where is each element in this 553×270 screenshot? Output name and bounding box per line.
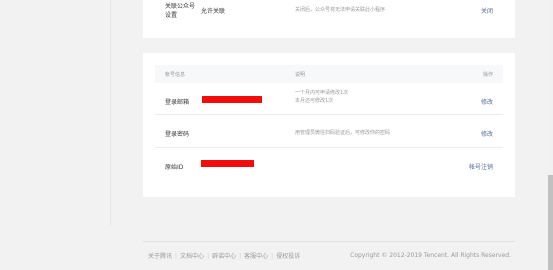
footer-separator: | <box>175 253 178 260</box>
modify-password-button[interactable]: 修改 <box>481 129 493 138</box>
sidebar-divider <box>110 0 111 226</box>
footer-separator: | <box>239 253 242 260</box>
related-account-value: 允许关联 <box>201 8 226 15</box>
footer-links: 关于腾讯 | 文档中心 | 辟谣中心 | 客服中心 | 侵权投诉 <box>148 251 300 260</box>
copyright-text: Copyright © 2012-2019 Tencent. All Right… <box>350 252 511 259</box>
page: 关联公众号设置 允许关联 关闭后，公众号将无法申请关联此小程序 关闭 帐号信息 … <box>0 0 553 270</box>
row-divider <box>155 147 503 148</box>
redacted-original-id <box>201 160 254 167</box>
row-divider <box>155 114 503 115</box>
header-info: 帐号信息 <box>165 72 186 78</box>
cancel-account-button[interactable]: 帐号注销 <box>469 162 493 171</box>
footer-divider <box>143 241 515 242</box>
footer-separator: | <box>271 253 274 260</box>
account-table-header: 帐号信息 说明 操作 <box>155 65 503 83</box>
login-email-desc-line2: 本月还可修改1次 <box>295 98 334 104</box>
login-password-desc: 用管理员微信扫码验证后，可修改你的密码 <box>295 130 391 136</box>
footer-link-service[interactable]: 客服中心 <box>244 251 268 260</box>
modify-email-button[interactable]: 修改 <box>481 97 493 106</box>
related-account-card: 关联公众号设置 允许关联 关闭后，公众号将无法申请关联此小程序 关闭 <box>143 0 515 38</box>
header-operation: 操作 <box>482 72 493 78</box>
footer-link-about[interactable]: 关于腾讯 <box>148 251 172 260</box>
scrollbar-thumb[interactable] <box>548 175 553 270</box>
footer-link-infringement[interactable]: 侵权投诉 <box>276 251 300 260</box>
original-id-label: 原始ID <box>165 164 184 171</box>
related-account-label: 关联公众号设置 <box>165 3 196 19</box>
related-account-description: 关闭后，公众号将无法申请关联此小程序 <box>295 7 386 13</box>
login-email-desc-line1: 一个月内可申请修改1次 <box>295 90 349 96</box>
footer-link-docs[interactable]: 文档中心 <box>180 251 204 260</box>
redacted-email <box>202 96 262 103</box>
header-description: 说明 <box>295 72 306 78</box>
footer-separator: | <box>207 253 210 260</box>
footer-link-rumor[interactable]: 辟谣中心 <box>212 251 236 260</box>
login-password-label: 登录密码 <box>165 131 190 138</box>
close-related-button[interactable]: 关闭 <box>481 6 493 15</box>
account-info-card: 帐号信息 说明 操作 登录邮箱 一个月内可申请修改1次 本月还可修改1次 修改 … <box>143 53 515 197</box>
login-email-label: 登录邮箱 <box>165 99 190 106</box>
